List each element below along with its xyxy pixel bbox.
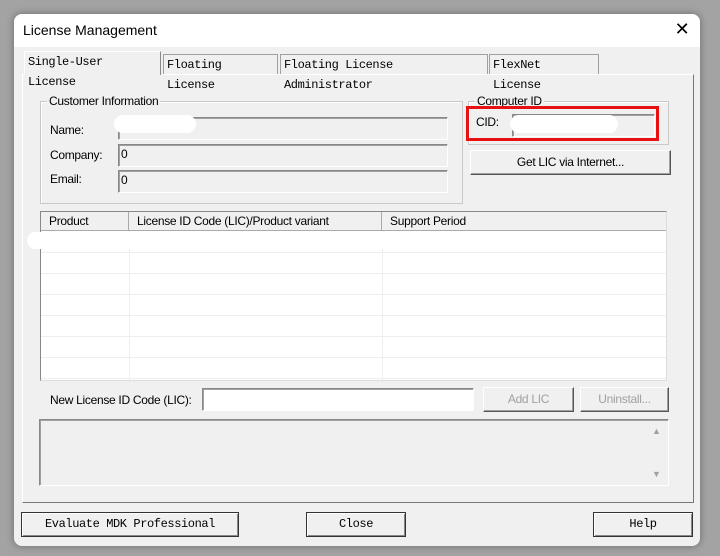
column-divider	[129, 231, 130, 380]
column-divider	[382, 231, 383, 380]
row-line	[41, 252, 666, 253]
title-bar: License Management ✕	[14, 14, 700, 47]
tab-floating-license[interactable]: Floating License	[163, 54, 278, 92]
close-icon[interactable]: ✕	[672, 19, 692, 40]
redaction	[114, 115, 196, 133]
column-header-product[interactable]: Product	[41, 212, 129, 231]
row-line	[41, 315, 666, 316]
row-line	[41, 294, 666, 295]
evaluate-mdk-professional-button[interactable]: Evaluate MDK Professional	[21, 512, 239, 537]
help-button[interactable]: Help	[593, 512, 693, 537]
column-header-support-period[interactable]: Support Period	[382, 212, 666, 231]
name-label: Name:	[50, 123, 84, 137]
tab-floating-license-administrator[interactable]: Floating License Administrator	[280, 54, 488, 92]
column-header-lic[interactable]: License ID Code (LIC)/Product variant	[129, 212, 382, 231]
arrow-down-icon[interactable]: ▼	[652, 469, 661, 479]
close-button[interactable]: Close	[306, 512, 406, 537]
group-label: Customer Information	[47, 94, 161, 108]
get-lic-via-internet-button[interactable]: Get LIC via Internet...	[470, 150, 671, 175]
row-line	[41, 336, 666, 337]
message-area[interactable]	[39, 419, 669, 486]
tab-flexnet-license[interactable]: FlexNet License	[489, 54, 599, 92]
add-lic-button[interactable]: Add LIC	[483, 387, 574, 412]
row-line	[41, 273, 666, 274]
scrollbar[interactable]: ▲ ▼	[648, 424, 666, 484]
row-line	[41, 378, 666, 379]
highlight-box	[466, 106, 659, 141]
email-label: Email:	[50, 172, 82, 186]
redaction	[27, 232, 505, 249]
new-lic-label: New License ID Code (LIC):	[50, 393, 192, 407]
company-field[interactable]: 0	[118, 144, 448, 167]
new-lic-input[interactable]	[202, 388, 474, 411]
email-field[interactable]: 0	[118, 170, 448, 193]
license-management-dialog: License Management ✕ Single-User License…	[14, 14, 700, 546]
company-label: Company:	[50, 148, 103, 162]
uninstall-button[interactable]: Uninstall...	[580, 387, 669, 412]
window-title: License Management	[23, 22, 157, 38]
row-line	[41, 357, 666, 358]
tab-single-user-license[interactable]: Single-User License	[24, 51, 161, 89]
arrow-up-icon[interactable]: ▲	[652, 426, 661, 436]
